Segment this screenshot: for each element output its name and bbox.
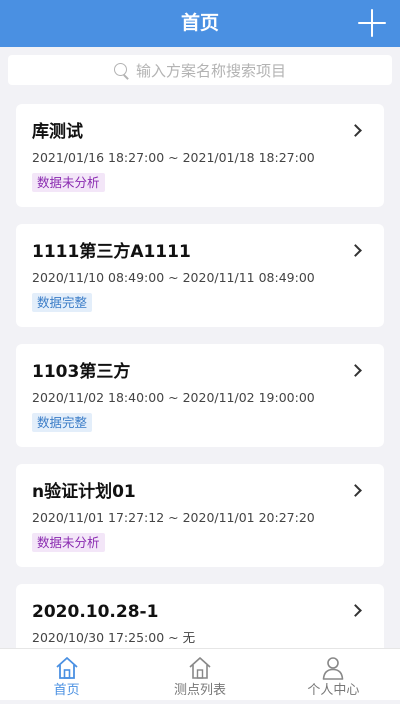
tab-profile[interactable]: 个人中心 (267, 649, 400, 700)
tab-label: 首页 (53, 683, 80, 698)
project-time-range: 2021/01/16 18:27:00 ~ 2021/01/18 18:27:0… (32, 150, 315, 165)
status-badge: 数据完整 (32, 293, 93, 312)
bottom-tab-bar: 首页 测点列表 个人中心 (0, 648, 400, 700)
project-title: n验证计划01 (32, 482, 136, 502)
home-outline-icon (189, 657, 211, 679)
tab-home[interactable]: 首页 (0, 649, 133, 700)
search-placeholder: 输入方案名称搜索项目 (135, 61, 286, 80)
tab-label: 个人中心 (307, 683, 360, 698)
top-nav-bar: 首页 (0, 0, 400, 47)
project-time-range: 2020/11/01 17:27:12 ~ 2020/11/01 20:27:2… (32, 510, 315, 525)
project-title: 2020.10.28-1 (32, 602, 159, 622)
project-list: 库测试 2021/01/16 18:27:00 ~ 2021/01/18 18:… (16, 104, 384, 704)
project-card[interactable]: 1103第三方 2020/11/02 18:40:00 ~ 2020/11/02… (16, 344, 384, 447)
project-card[interactable]: 1111第三方A1111 2020/11/10 08:49:00 ~ 2020/… (16, 224, 384, 327)
tab-points-list[interactable]: 测点列表 (133, 649, 266, 700)
project-title: 库测试 (32, 122, 83, 142)
project-time-range: 2020/11/10 08:49:00 ~ 2020/11/11 08:49:0… (32, 270, 315, 285)
project-time-range: 2020/11/02 18:40:00 ~ 2020/11/02 19:00:0… (32, 390, 315, 405)
tab-label: 测点列表 (173, 683, 226, 698)
project-card[interactable]: 库测试 2021/01/16 18:27:00 ~ 2021/01/18 18:… (16, 104, 384, 207)
search-input[interactable]: 输入方案名称搜索项目 (8, 55, 392, 85)
status-badge: 数据未分析 (32, 173, 105, 192)
user-icon (323, 657, 344, 680)
project-title: 1103第三方 (32, 362, 131, 382)
plus-icon[interactable] (358, 9, 386, 37)
status-badge: 数据完整 (32, 413, 93, 432)
project-title: 1111第三方A1111 (32, 242, 191, 262)
status-badge: 数据未分析 (32, 533, 105, 552)
page-title: 首页 (180, 12, 219, 34)
home-icon (56, 657, 78, 679)
project-card[interactable]: n验证计划01 2020/11/01 17:27:12 ~ 2020/11/01… (16, 464, 384, 567)
search-icon (113, 62, 129, 78)
project-time-range: 2020/10/30 17:25:00 ~ 无 (32, 630, 196, 645)
